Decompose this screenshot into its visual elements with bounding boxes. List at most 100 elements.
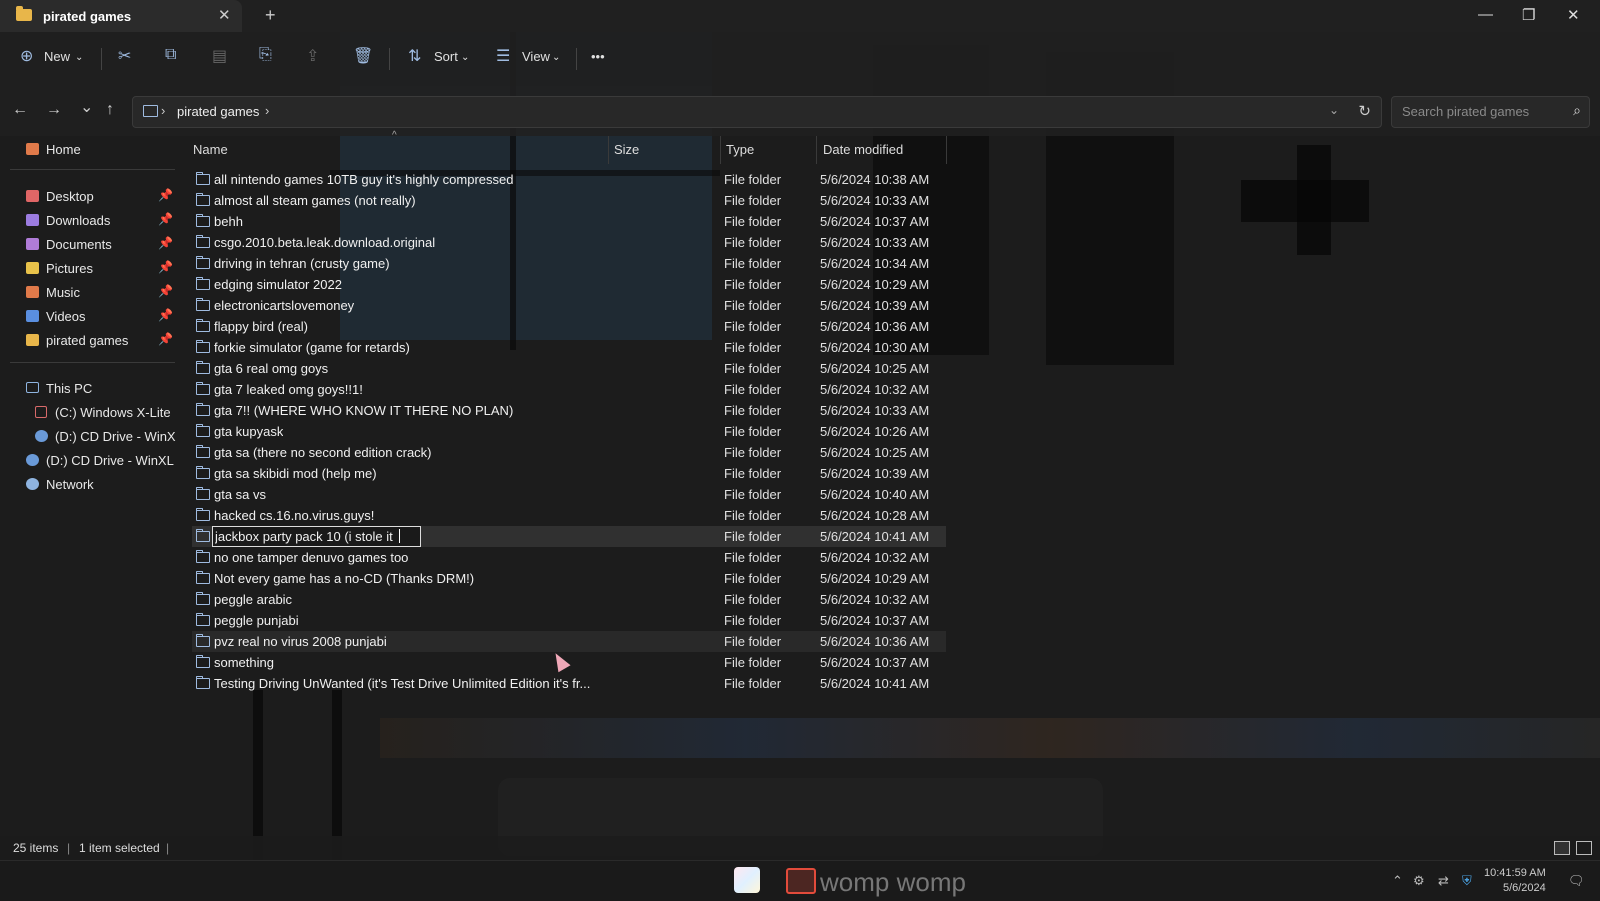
chevron-down-icon[interactable]: ⌄ [461, 52, 469, 63]
app-icon[interactable] [734, 867, 760, 893]
file-name: gta sa skibidi mod (help me) [214, 466, 377, 481]
navigation-bar: ← → ⌄ ↑ › pirated games › ⌄ ↻ ⌕ [0, 86, 1600, 136]
column-divider[interactable] [608, 136, 609, 164]
tiles-view-icon[interactable] [1576, 841, 1592, 855]
file-row[interactable]: peggle arabic File folder 5/6/2024 10:32 A… [192, 589, 946, 610]
up-button[interactable]: ↑ [106, 101, 114, 119]
file-date-modified: 5/6/2024 10:33 AM [820, 403, 930, 418]
file-row[interactable]: electronicartslovemoney File folder 5/6/20… [192, 295, 946, 316]
file-row[interactable]: gta 6 real omg goys File folder 5/6/2024 1… [192, 358, 946, 379]
search-box[interactable]: ⌕ [1391, 96, 1590, 128]
pin-icon[interactable]: 📌 [158, 236, 173, 250]
explorer-tab[interactable]: pirated games ✕ [0, 0, 242, 32]
back-button[interactable]: ← [12, 101, 28, 119]
maximize-button[interactable]: ❐ [1522, 6, 1535, 24]
column-header-size[interactable]: Size [614, 142, 639, 157]
sidebar-item-documents[interactable]: Documents 📌 [0, 234, 178, 256]
chevron-up-icon[interactable]: ⌃ [1392, 873, 1403, 889]
chevron-down-icon[interactable]: ⌄ [75, 52, 83, 63]
column-divider[interactable] [946, 136, 947, 164]
sidebar-item-drive-c[interactable]: (C:) Windows X-Lite [0, 402, 178, 424]
file-row[interactable]: gta sa skibidi mod (help me) File folder 5… [192, 463, 946, 484]
chevron-down-icon[interactable]: ⌄ [552, 52, 560, 63]
more-options-button[interactable]: ••• [591, 49, 605, 64]
file-row[interactable]: gta sa vs File folder 5/6/2024 10:40 AM [192, 484, 946, 505]
copy-icon[interactable]: ⧉ [165, 46, 176, 64]
file-row[interactable]: all nintendo games 10TB guy it's highly … [192, 169, 946, 190]
column-header-date[interactable]: Date modified [823, 142, 903, 157]
file-row[interactable]: Testing Driving UnWanted (it's Test Driv… [192, 673, 946, 694]
home-icon [26, 143, 39, 155]
rename-icon[interactable]: ⎘ [259, 46, 272, 64]
refresh-icon[interactable]: ↻ [1358, 102, 1371, 120]
column-divider[interactable] [816, 136, 817, 164]
file-row[interactable]: gta sa (there no second edition crack) Fi… [192, 442, 946, 463]
clock[interactable]: 10:41:59 AM 5/6/2024 [1484, 866, 1546, 896]
network-icon[interactable]: ⇄ [1438, 873, 1449, 889]
file-row[interactable]: almost all steam games (not really) File … [192, 190, 946, 211]
file-row[interactable]: gta kupyask File folder 5/6/2024 10:26 AM [192, 421, 946, 442]
file-row[interactable]: behh File folder 5/6/2024 10:37 AM [192, 211, 946, 232]
sidebar-item-downloads[interactable]: Downloads 📌 [0, 210, 178, 232]
chevron-right-icon[interactable]: › [265, 103, 269, 118]
cut-icon[interactable]: ✂ [118, 46, 131, 66]
view-button[interactable]: View [522, 49, 550, 64]
search-input[interactable] [1400, 103, 1564, 120]
column-header-name[interactable]: Name [193, 142, 228, 157]
pin-icon[interactable]: 📌 [158, 284, 173, 298]
sidebar-item-drive-d[interactable]: (D:) CD Drive - WinX [0, 426, 178, 448]
file-row[interactable]: gta 7 leaked omg goys!!1! File folder 5/6/… [192, 379, 946, 400]
sidebar-item-drive-d-2[interactable]: (D:) CD Drive - WinXL [0, 450, 178, 472]
chevron-down-icon[interactable]: ⌄ [1329, 103, 1339, 117]
file-row[interactable]: peggle punjabi File folder 5/6/2024 10:37 … [192, 610, 946, 631]
new-button[interactable]: New [44, 49, 70, 64]
background-window-artifact [1297, 145, 1331, 255]
settings-icon[interactable]: ⚙ [1413, 873, 1425, 889]
file-row[interactable]: flappy bird (real) File folder 5/6/2024 10… [192, 316, 946, 337]
pin-icon[interactable]: 📌 [158, 260, 173, 274]
file-row[interactable]: edging simulator 2022 File folder 5/6/2024… [192, 274, 946, 295]
close-window-button[interactable]: ✕ [1567, 6, 1580, 24]
file-row[interactable]: forkie simulator (game for retards) File … [192, 337, 946, 358]
file-explorer-icon[interactable] [786, 868, 816, 894]
file-row[interactable]: jackbox party pack 10 (i stole it File fo… [192, 526, 946, 547]
pin-icon[interactable]: 📌 [158, 188, 173, 202]
recent-locations-button[interactable]: ⌄ [80, 97, 93, 117]
sidebar-item-videos[interactable]: Videos 📌 [0, 306, 178, 328]
pin-icon[interactable]: 📌 [158, 332, 173, 346]
notification-icon[interactable]: 🗨 [1568, 873, 1585, 889]
address-bar[interactable]: › pirated games › ⌄ ↻ [132, 96, 1382, 128]
sidebar-item-desktop[interactable]: Desktop 📌 [0, 186, 178, 208]
rename-input[interactable]: jackbox party pack 10 (i stole it [212, 526, 421, 547]
paste-icon[interactable]: ▤ [212, 46, 227, 66]
column-divider[interactable] [720, 136, 721, 164]
forward-button[interactable]: → [46, 101, 62, 119]
close-tab-icon[interactable]: ✕ [218, 6, 231, 24]
chevron-right-icon[interactable]: › [161, 103, 165, 118]
pin-icon[interactable]: 📌 [158, 212, 173, 226]
file-row[interactable]: gta 7!! (WHERE WHO KNOW IT THERE NO PLAN… [192, 400, 946, 421]
file-row[interactable]: Not every game has a no-CD (Thanks DRM!)… [192, 568, 946, 589]
file-row[interactable]: driving in tehran (crusty game) File fold… [192, 253, 946, 274]
pin-icon[interactable]: 📌 [158, 308, 173, 322]
file-row[interactable]: no one tamper denuvo games too File folde… [192, 547, 946, 568]
minimize-button[interactable]: — [1478, 6, 1493, 23]
column-header-type[interactable]: Type [726, 142, 754, 157]
file-row[interactable]: csgo.2010.beta.leak.download.original Fil… [192, 232, 946, 253]
file-row[interactable]: hacked cs.16.no.virus.guys! File folder 5/… [192, 505, 946, 526]
sidebar-item-music[interactable]: Music 📌 [0, 282, 178, 304]
sidebar-item-home[interactable]: Home [0, 139, 178, 161]
file-row[interactable]: pvz real no virus 2008 punjabi File folde… [192, 631, 946, 652]
sort-button[interactable]: Sort [434, 49, 458, 64]
delete-icon[interactable]: 🗑 [353, 46, 373, 66]
search-icon[interactable]: ⌕ [1573, 102, 1581, 119]
new-tab-button[interactable]: + [265, 5, 276, 26]
share-icon[interactable]: ⇪ [306, 46, 319, 66]
details-view-icon[interactable] [1554, 841, 1570, 855]
sidebar-item-network[interactable]: Network [0, 474, 178, 496]
sidebar-item-this-pc[interactable]: This PC [0, 378, 178, 400]
sidebar-item-pictures[interactable]: Pictures 📌 [0, 258, 178, 280]
sidebar-item-pirated-games[interactable]: pirated games 📌 [0, 330, 178, 352]
security-icon[interactable]: ⛨ [1462, 873, 1472, 889]
breadcrumb[interactable]: pirated games [177, 104, 259, 119]
